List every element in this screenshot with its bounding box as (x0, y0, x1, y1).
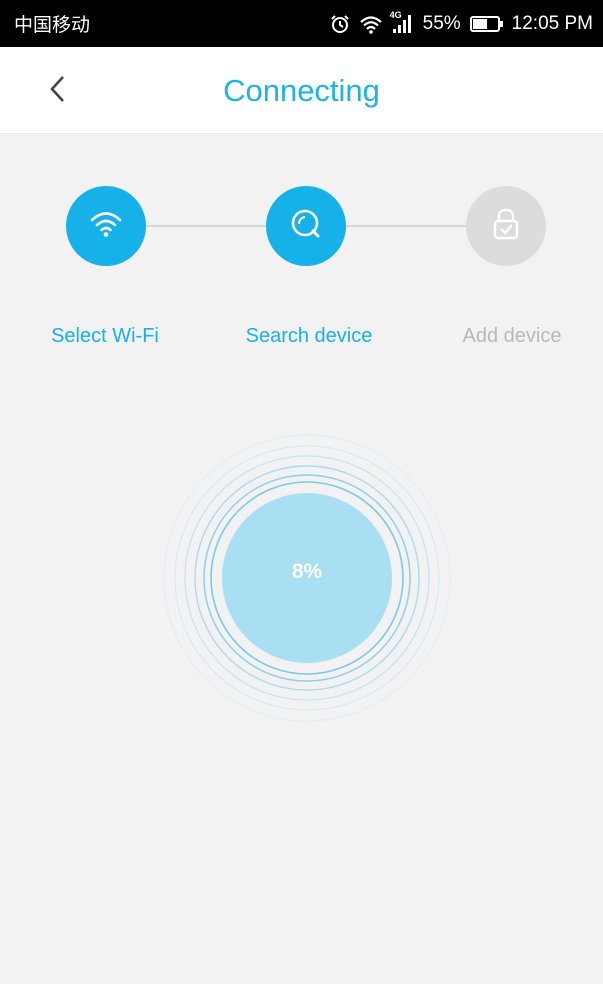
progress-percent: 8% (291, 560, 323, 583)
progress-ripple (163, 434, 451, 722)
